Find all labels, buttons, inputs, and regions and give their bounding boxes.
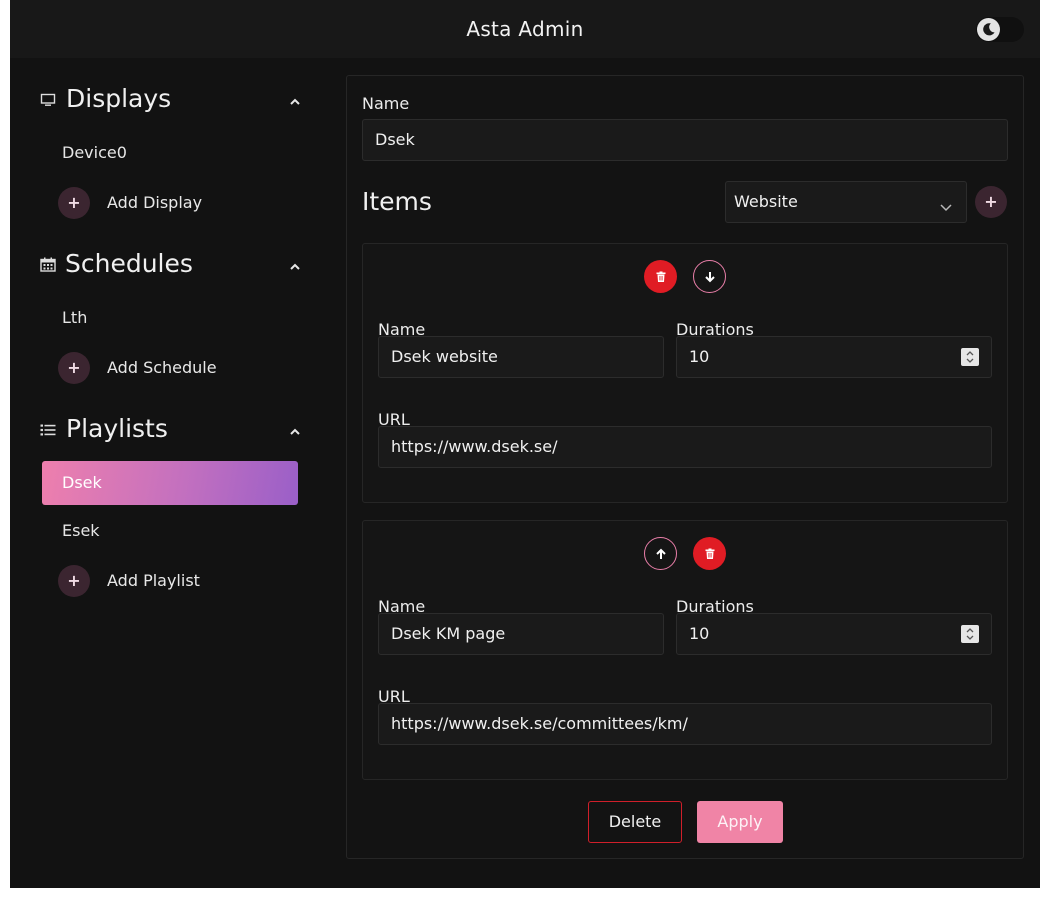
move-up-button[interactable]: [644, 537, 677, 570]
chevron-up-icon[interactable]: [288, 258, 302, 270]
add-schedule-button[interactable]: + Add Schedule: [58, 352, 298, 384]
playlist-editor-panel: Name Dsek Items Website + Name Durations…: [346, 75, 1024, 859]
theme-toggle[interactable]: [976, 17, 1024, 42]
schedules-section-header[interactable]: Schedules: [40, 248, 302, 280]
add-item-button[interactable]: +: [975, 186, 1007, 218]
item-type-selected: Website: [734, 192, 798, 211]
item-url-input[interactable]: https://www.dsek.se/committees/km/: [378, 703, 992, 745]
playlists-title: Playlists: [66, 414, 168, 443]
delete-playlist-button[interactable]: Delete: [588, 801, 682, 843]
item-duration-input[interactable]: 10: [676, 336, 992, 378]
sidebar-item-dsek[interactable]: Dsek: [42, 461, 298, 505]
list-icon: [40, 422, 56, 436]
chevron-up-icon[interactable]: [288, 423, 302, 435]
monitor-icon: [40, 92, 56, 106]
delete-item-button[interactable]: [644, 260, 677, 293]
stepper-icon[interactable]: [961, 625, 979, 643]
sidebar-item-esek[interactable]: Esek: [42, 509, 298, 553]
item-url-input[interactable]: https://www.dsek.se/: [378, 426, 992, 468]
trash-icon: [656, 271, 665, 282]
move-down-button[interactable]: [693, 260, 726, 293]
trash-icon: [705, 548, 714, 559]
chevron-up-icon[interactable]: [288, 93, 302, 105]
schedules-title: Schedules: [65, 249, 193, 278]
items-title: Items: [362, 187, 432, 216]
top-bar: Asta Admin: [10, 0, 1040, 58]
add-display-button[interactable]: + Add Display: [58, 187, 298, 219]
item-name-input[interactable]: Dsek website: [378, 336, 664, 378]
arrow-down-icon: [704, 271, 715, 282]
stepper-icon[interactable]: [961, 348, 979, 366]
app-window: Asta Admin Displays Device0 + Add Displa…: [10, 0, 1040, 888]
delete-item-button[interactable]: [693, 537, 726, 570]
item-duration-input[interactable]: 10: [676, 613, 992, 655]
add-playlist-button[interactable]: + Add Playlist: [58, 565, 298, 597]
playlist-item-card: Name Durations Dsek KM page 10 URL https…: [362, 520, 1008, 780]
plus-icon: +: [58, 352, 90, 384]
sidebar-item-lth[interactable]: Lth: [42, 296, 298, 340]
moon-icon: [977, 18, 1000, 41]
playlist-item-card: Name Durations Dsek website 10 URL https…: [362, 243, 1008, 503]
app-title: Asta Admin: [466, 17, 584, 41]
plus-icon: +: [58, 187, 90, 219]
chevron-down-icon: [940, 197, 952, 216]
arrow-up-icon: [655, 548, 666, 559]
playlists-section-header[interactable]: Playlists: [40, 413, 302, 445]
displays-title: Displays: [66, 84, 172, 113]
add-schedule-label: Add Schedule: [107, 358, 217, 377]
sidebar-item-device0[interactable]: Device0: [42, 131, 298, 175]
add-display-label: Add Display: [107, 193, 203, 212]
item-name-input[interactable]: Dsek KM page: [378, 613, 664, 655]
calendar-icon: [40, 257, 56, 272]
item-type-select[interactable]: Website: [725, 181, 967, 223]
playlist-name-label: Name: [362, 94, 410, 113]
playlist-name-input[interactable]: Dsek: [362, 119, 1008, 161]
item-duration-value: 10: [689, 347, 710, 366]
item-duration-value: 10: [689, 624, 710, 643]
plus-icon: +: [984, 192, 998, 211]
add-playlist-label: Add Playlist: [107, 571, 200, 590]
displays-section-header[interactable]: Displays: [40, 83, 302, 115]
apply-button[interactable]: Apply: [697, 801, 783, 843]
plus-icon: +: [58, 565, 90, 597]
